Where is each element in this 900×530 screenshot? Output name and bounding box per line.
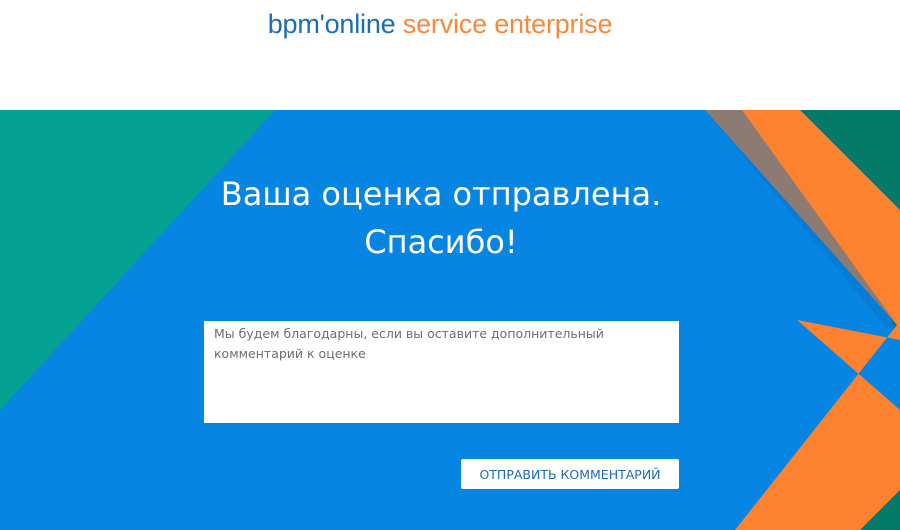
logo-brand: bpm'online <box>267 9 396 39</box>
comment-input[interactable] <box>204 321 679 423</box>
logo-product: service enterprise <box>402 9 613 39</box>
logo: bpm'online service enterprise <box>0 9 880 40</box>
submit-comment-button[interactable]: ОТПРАВИТЬ КОММЕНТАРИЙ <box>461 459 679 489</box>
hero-panel: Ваша оценка отправлена. Спасибо! ОТПРАВИ… <box>0 110 900 530</box>
page-header: bpm'online service enterprise <box>0 0 900 110</box>
page-title: Ваша оценка отправлена. Спасибо! <box>0 170 882 266</box>
title-line-2: Спасибо! <box>364 223 518 261</box>
title-line-1: Ваша оценка отправлена. <box>220 175 662 213</box>
